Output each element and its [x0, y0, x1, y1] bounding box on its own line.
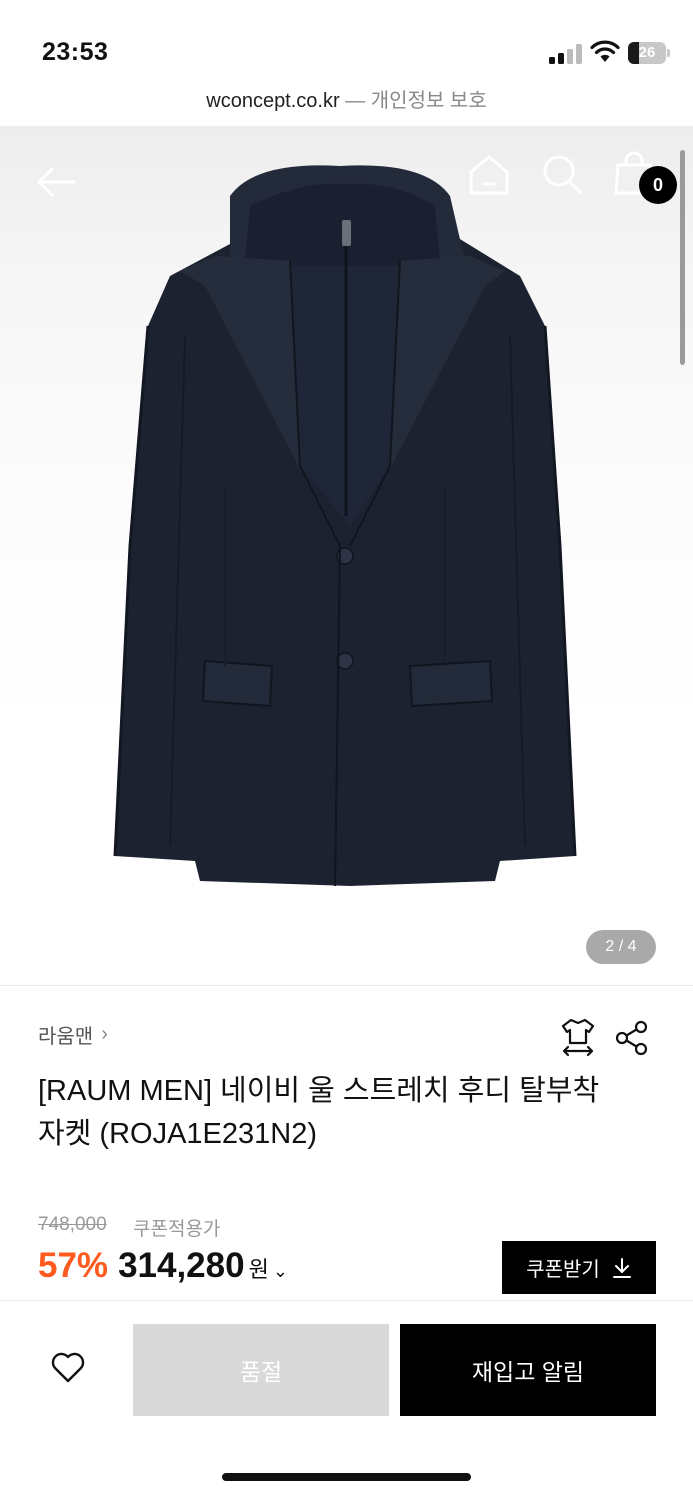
home-icon[interactable] [466, 152, 512, 198]
url-bar[interactable]: wconcept.co.kr — 개인정보 보호 [0, 84, 693, 113]
chevron-right-icon: › [101, 1023, 108, 1045]
url-separator: — [345, 90, 366, 112]
product-title: [RAUM MEN] 네이비 울 스트레치 후디 탈부착 자켓 (ROJA1E2… [38, 1070, 658, 1156]
size-guide-shirt-icon[interactable] [560, 1017, 596, 1057]
chevron-down-icon[interactable]: ⌄ [273, 1261, 288, 1282]
download-icon [612, 1257, 631, 1278]
brand-name: 라움맨 [38, 1026, 94, 1048]
wifi-icon [590, 40, 620, 62]
privacy-label: 개인정보 보호 [370, 90, 487, 112]
heart-icon [51, 1352, 85, 1383]
original-price: 748,000 [38, 1214, 107, 1235]
back-arrow-icon[interactable] [32, 158, 80, 206]
wishlist-button[interactable] [40, 1340, 96, 1396]
search-icon[interactable] [540, 152, 584, 196]
divider [0, 1300, 693, 1301]
final-price: 314,280 [118, 1246, 245, 1285]
share-icon[interactable] [614, 1020, 650, 1056]
brand-link[interactable]: 라움맨 › [38, 1020, 108, 1049]
page-indicator: 2 / 4 [586, 930, 656, 964]
product-image [113, 165, 577, 887]
scroll-indicator [680, 150, 685, 365]
battery-icon: 26 [628, 42, 670, 64]
signal-bars-icon [549, 44, 582, 64]
price-unit: 원 [248, 1257, 269, 1282]
coupon-price-note: 쿠폰적용가 [133, 1219, 221, 1240]
battery-level: 26 [638, 44, 656, 61]
cart-count-badge: 0 [639, 166, 677, 204]
status-time: 23:53 [42, 38, 109, 66]
home-indicator [222, 1473, 471, 1481]
price-row[interactable]: 57% 314,280 원 ⌄ [38, 1246, 288, 1286]
divider [0, 985, 693, 986]
url-domain: wconcept.co.kr [206, 90, 340, 112]
product-title-line2: 자켓 (ROJA1E231N2) [38, 1118, 318, 1150]
discount-rate: 57% [38, 1246, 109, 1285]
restock-alert-button[interactable]: 재입고 알림 [400, 1324, 656, 1416]
product-title-line1: [RAUM MEN] 네이비 울 스트레치 후디 탈부착 [38, 1075, 600, 1107]
coupon-button-label: 쿠폰받기 [526, 1259, 600, 1281]
product-image-carousel[interactable]: 0 2 / 4 [0, 126, 693, 986]
get-coupon-button[interactable]: 쿠폰받기 [502, 1241, 656, 1294]
soldout-button[interactable]: 품절 [133, 1324, 389, 1416]
status-bar: 23:53 26 wconcept.co.kr — 개인정보 보호 [0, 0, 693, 112]
